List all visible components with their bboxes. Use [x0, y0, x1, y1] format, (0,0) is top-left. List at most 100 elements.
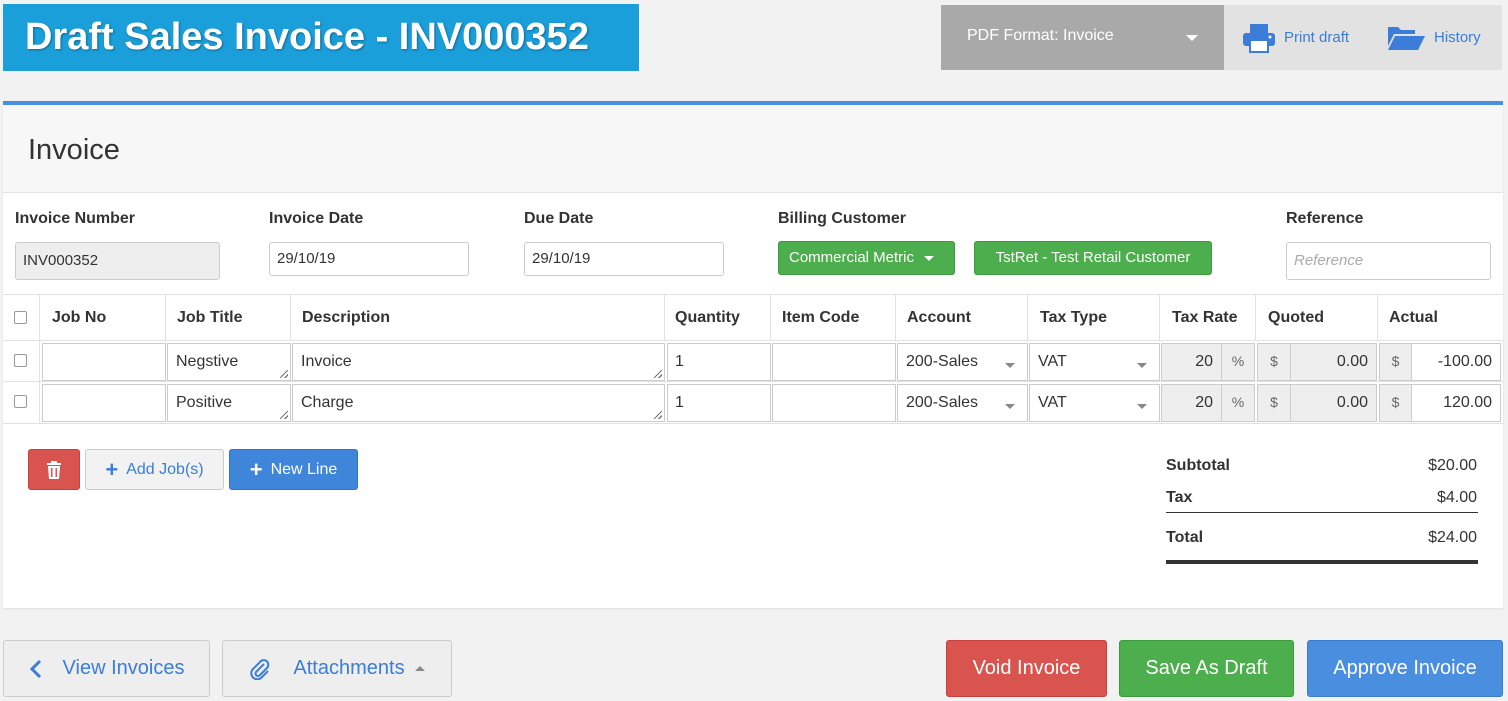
- subtotal-value: $20.00: [1428, 457, 1477, 474]
- item-code-input[interactable]: [772, 343, 896, 381]
- tax-label: Tax: [1166, 489, 1193, 506]
- billing-customer-type-label: Commercial Metric: [789, 249, 915, 266]
- pdf-format-select[interactable]: PDF Format: Invoice: [941, 5, 1224, 70]
- billing-customer-label: Billing Customer: [778, 210, 907, 227]
- caret-down-icon: [924, 255, 935, 261]
- job-no-input[interactable]: [42, 384, 166, 422]
- item-code-input[interactable]: [772, 384, 896, 422]
- print-draft-button[interactable]: Print draft: [1242, 5, 1349, 70]
- chevron-down-icon: [1137, 404, 1147, 409]
- print-draft-label: Print draft: [1284, 29, 1350, 46]
- quantity-input[interactable]: 1: [667, 384, 771, 422]
- tax-type-select[interactable]: VAT: [1029, 384, 1160, 422]
- resize-handle-icon[interactable]: [280, 370, 288, 378]
- actual-input[interactable]: -100.00: [1411, 343, 1501, 381]
- description-value: Charge: [301, 394, 354, 411]
- total-label: Total: [1166, 529, 1204, 546]
- view-invoices-button[interactable]: View Invoices: [3, 640, 210, 697]
- add-jobs-label: Add Job(s): [126, 460, 204, 478]
- job-title-input[interactable]: Negstive: [167, 343, 291, 381]
- totals-divider: [1166, 512, 1478, 513]
- table-row: Negstive Invoice 1 200-Sales VAT 20 % $ …: [3, 341, 1503, 382]
- due-date-field[interactable]: 29/10/19: [524, 242, 724, 276]
- account-value: 200-Sales: [906, 394, 979, 411]
- billing-customer-button[interactable]: TstRet - Test Retail Customer: [974, 241, 1212, 275]
- currency-addon: $: [1379, 384, 1412, 422]
- col-quantity: Quantity: [675, 309, 740, 326]
- select-all-checkbox[interactable]: [14, 311, 27, 324]
- folder-open-icon: [1388, 26, 1425, 50]
- add-jobs-button[interactable]: + Add Job(s): [85, 449, 224, 490]
- quoted-input[interactable]: 0.00: [1290, 343, 1377, 381]
- col-description: Description: [302, 309, 391, 326]
- col-tax-type: Tax Type: [1040, 309, 1107, 326]
- invoice-panel: Invoice Invoice Number Invoice Date Due …: [3, 101, 1503, 608]
- job-no-input[interactable]: [42, 343, 166, 381]
- attachments-label: Attachments: [293, 657, 405, 679]
- total-double-underline: [1166, 560, 1478, 564]
- table-row: Positive Charge 1 200-Sales VAT 20 % $ 0…: [3, 382, 1503, 424]
- panel-header: Invoice: [3, 105, 1503, 193]
- col-item-code: Item Code: [782, 309, 860, 326]
- job-title-input[interactable]: Positive: [167, 384, 291, 422]
- quoted-input[interactable]: 0.00: [1290, 384, 1377, 422]
- resize-handle-icon[interactable]: [280, 411, 288, 419]
- void-invoice-button[interactable]: Void Invoice: [946, 640, 1107, 697]
- billing-customer-type-dropdown[interactable]: Commercial Metric: [778, 241, 955, 275]
- col-quoted: Quoted: [1268, 309, 1324, 326]
- panel-title: Invoice: [28, 134, 120, 166]
- save-as-draft-button[interactable]: Save As Draft: [1119, 640, 1294, 697]
- description-input[interactable]: Invoice: [292, 343, 665, 381]
- job-title-value: Positive: [176, 394, 233, 411]
- attachments-button[interactable]: Attachments: [222, 640, 452, 697]
- delete-lines-button[interactable]: [28, 449, 80, 490]
- reference-input[interactable]: Reference: [1286, 242, 1491, 280]
- chevron-down-icon: [1005, 363, 1015, 368]
- col-job-title: Job Title: [177, 309, 243, 326]
- col-account: Account: [907, 309, 971, 326]
- select-all-cell: [3, 295, 40, 340]
- row-checkbox[interactable]: [14, 395, 27, 408]
- page-title: Draft Sales Invoice - INV000352: [3, 4, 639, 71]
- table-header-row: Job No Job Title Description Quantity It…: [3, 294, 1503, 341]
- new-line-label: New Line: [270, 460, 338, 478]
- percent-addon: %: [1221, 384, 1255, 422]
- invoice-number-label: Invoice Number: [15, 210, 136, 227]
- tax-rate-input[interactable]: 20: [1161, 343, 1222, 381]
- currency-addon: $: [1379, 343, 1412, 381]
- invoice-number-field[interactable]: INV000352: [15, 242, 220, 280]
- header-actions: Print draft History: [1224, 5, 1502, 70]
- chevron-left-icon: [29, 659, 41, 678]
- invoice-date-label: Invoice Date: [269, 210, 364, 227]
- col-job-no: Job No: [52, 309, 107, 326]
- plus-icon: +: [249, 456, 263, 482]
- account-select[interactable]: 200-Sales: [897, 343, 1028, 381]
- actual-input[interactable]: 120.00: [1411, 384, 1501, 422]
- col-tax-rate: Tax Rate: [1172, 309, 1238, 326]
- invoice-date-field[interactable]: 29/10/19: [269, 242, 469, 276]
- trash-icon: [47, 460, 61, 479]
- view-invoices-label: View Invoices: [62, 657, 185, 679]
- account-select[interactable]: 200-Sales: [897, 384, 1028, 422]
- history-button[interactable]: History: [1386, 5, 1481, 70]
- total-value: $24.00: [1428, 529, 1477, 546]
- pdf-format-label: PDF Format: Invoice: [967, 27, 1114, 44]
- tax-rate-input[interactable]: 20: [1161, 384, 1222, 422]
- chevron-down-icon: [1186, 35, 1198, 41]
- description-input[interactable]: Charge: [292, 384, 665, 422]
- printer-icon: [1243, 23, 1275, 53]
- resize-handle-icon[interactable]: [654, 370, 662, 378]
- reference-label: Reference: [1286, 210, 1364, 227]
- tax-type-value: VAT: [1038, 353, 1067, 370]
- paperclip-icon: [250, 658, 270, 680]
- chevron-down-icon: [1005, 404, 1015, 409]
- chevron-down-icon: [1137, 363, 1147, 368]
- row-checkbox[interactable]: [14, 354, 27, 367]
- new-line-button[interactable]: + New Line: [229, 449, 358, 490]
- currency-addon: $: [1257, 384, 1291, 422]
- resize-handle-icon[interactable]: [654, 411, 662, 419]
- approve-invoice-button[interactable]: Approve Invoice: [1307, 640, 1503, 697]
- tax-type-select[interactable]: VAT: [1029, 343, 1160, 381]
- col-actual: Actual: [1389, 309, 1438, 326]
- quantity-input[interactable]: 1: [667, 343, 771, 381]
